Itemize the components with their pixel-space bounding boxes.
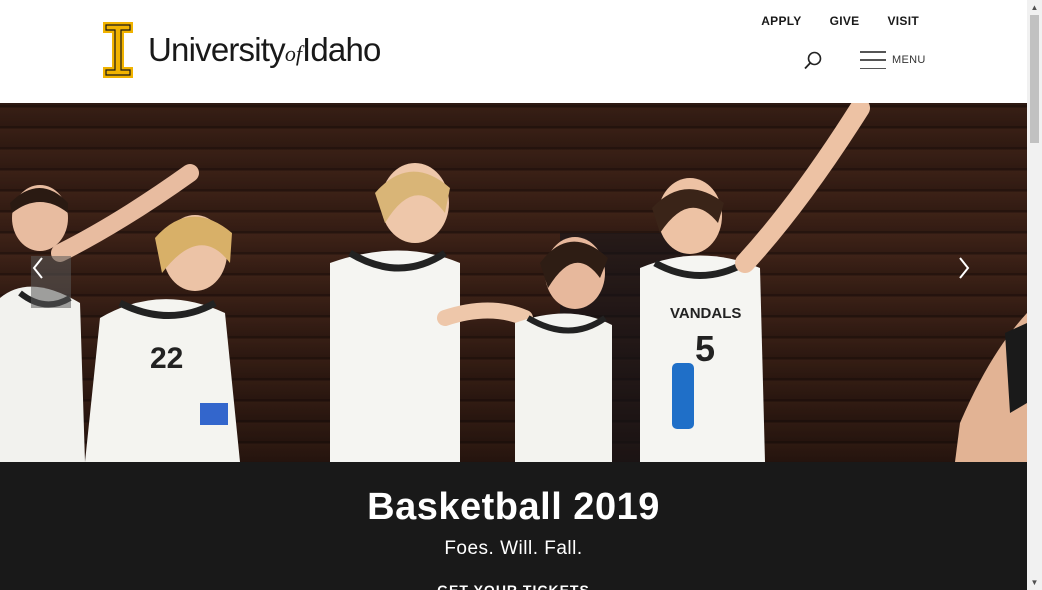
hero-photo: 22 VANDALS 5: [0, 103, 1027, 462]
get-tickets-link[interactable]: GET YOUR TICKETS: [0, 582, 1027, 590]
chevron-left-icon: [32, 257, 43, 279]
svg-text:22: 22: [150, 342, 183, 375]
carousel-next-button[interactable]: [957, 256, 997, 308]
site-header: UniversityofIdaho APPLY GIVE VISIT MENU: [0, 0, 1027, 103]
hero-caption-banner: Basketball 2019 Foes. Will. Fall. GET YO…: [0, 462, 1027, 590]
menu-button[interactable]: MENU: [860, 51, 926, 69]
hero-carousel: 22 VANDALS 5: [0, 103, 1027, 462]
logo-wordmark: UniversityofIdaho: [148, 31, 381, 68]
page-scrollbar[interactable]: ▲ ▼: [1027, 0, 1042, 590]
scroll-up-icon[interactable]: ▲: [1027, 0, 1042, 15]
search-icon: [804, 51, 822, 70]
chevron-right-icon: [959, 257, 970, 279]
carousel-prev-button[interactable]: [31, 256, 71, 308]
visit-link[interactable]: VISIT: [887, 14, 919, 28]
svg-text:VANDALS: VANDALS: [670, 305, 741, 322]
university-logo[interactable]: UniversityofIdaho: [103, 22, 381, 78]
logo-i-icon: [103, 22, 133, 78]
menu-label: MENU: [892, 54, 926, 66]
search-button[interactable]: [802, 50, 824, 72]
apply-link[interactable]: APPLY: [761, 14, 801, 28]
scroll-down-icon[interactable]: ▼: [1027, 575, 1042, 590]
scrollbar-thumb[interactable]: [1030, 15, 1039, 143]
give-link[interactable]: GIVE: [830, 14, 860, 28]
banner-title: Basketball 2019: [367, 486, 660, 528]
banner-subtitle: Foes. Will. Fall.: [444, 538, 583, 559]
svg-text:5: 5: [695, 328, 715, 369]
utility-nav: APPLY GIVE VISIT: [761, 14, 919, 28]
hamburger-icon: [860, 51, 886, 69]
